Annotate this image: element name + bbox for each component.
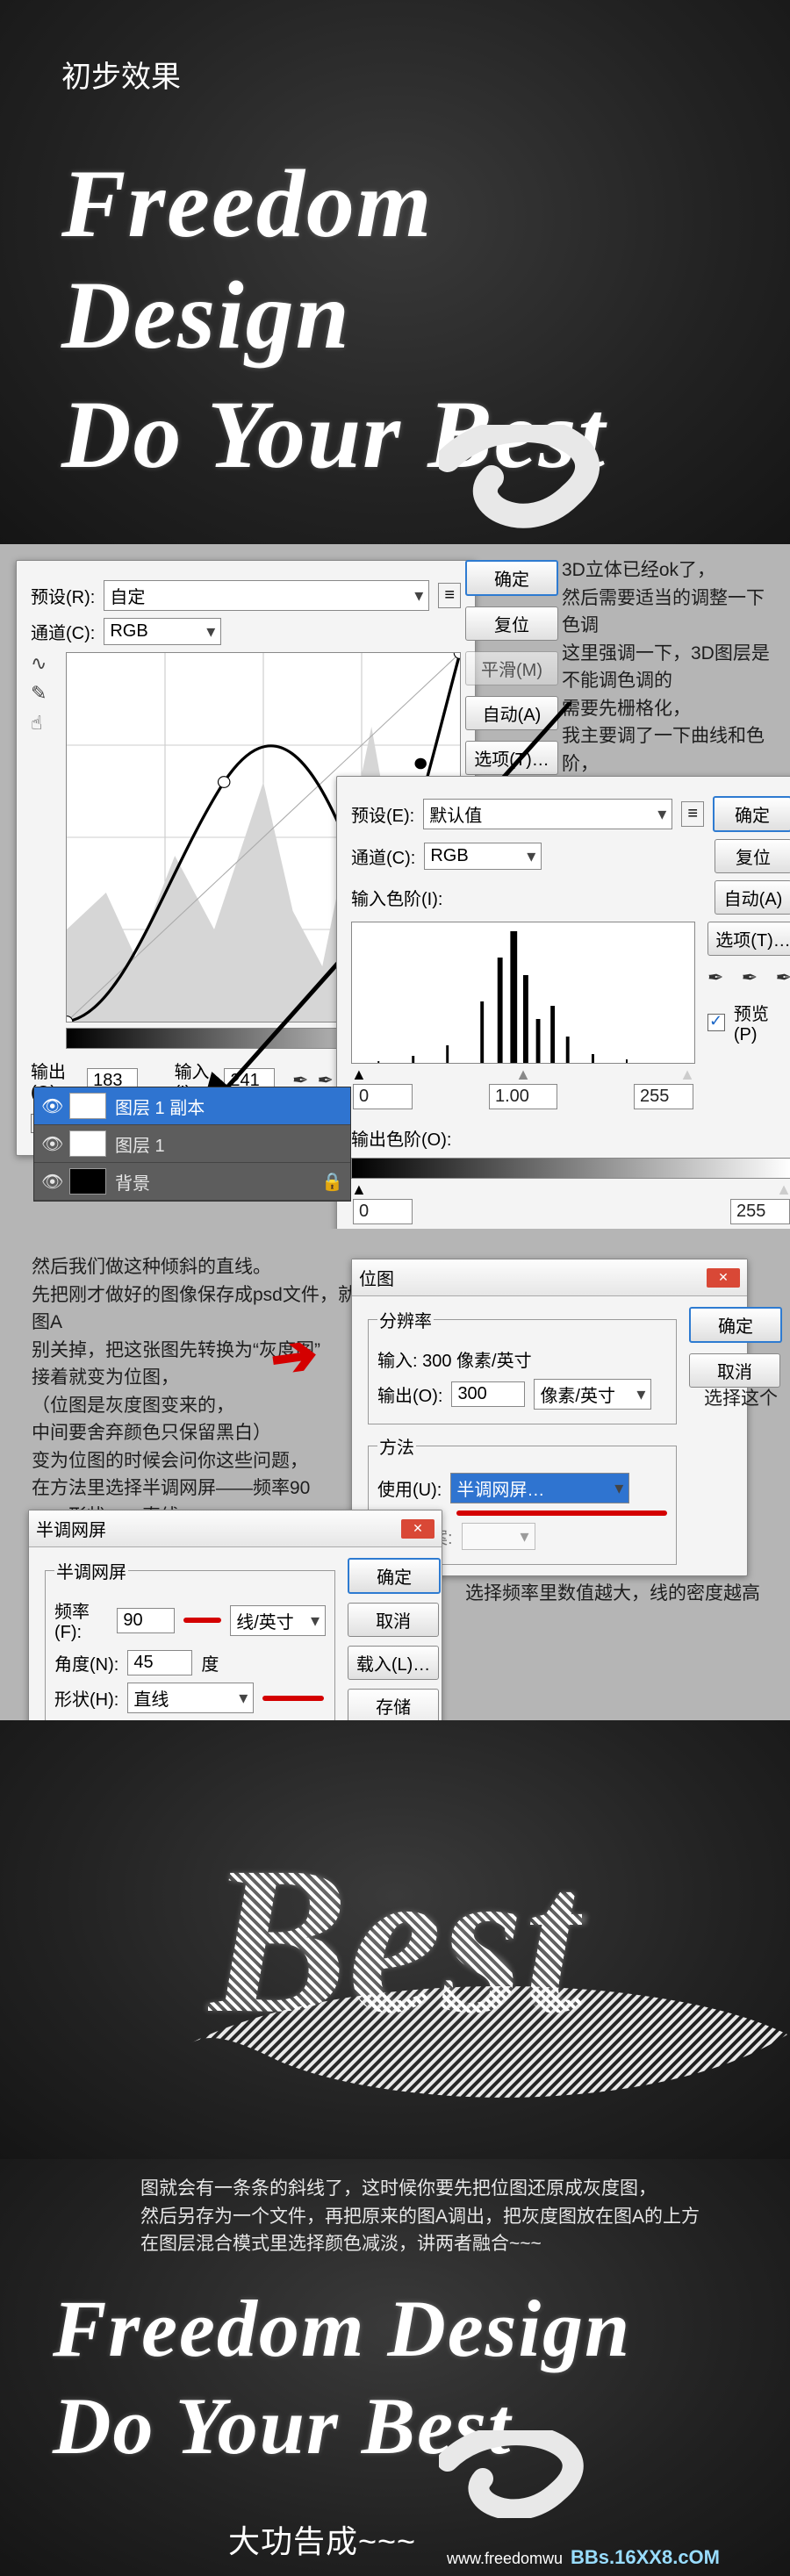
- levels-output-label: 输出色阶(O):: [351, 1125, 451, 1151]
- bitmap-output-unit[interactable]: 像素/英寸: [534, 1379, 651, 1410]
- bitmap-output-value[interactable]: 300: [451, 1381, 525, 1407]
- eyedropper-gray-icon[interactable]: ✒︎: [742, 966, 758, 989]
- annotation-frequency-note: 选择频率里数值越大，线的密度越高: [465, 1580, 760, 1608]
- eyedropper-black-icon[interactable]: ✒︎: [707, 966, 723, 989]
- layer-row[interactable]: 👁 图层 1: [34, 1125, 350, 1163]
- layer-name: 图层 1 副本: [115, 1094, 205, 1119]
- final-line-1: Freedom Design: [53, 2283, 737, 2376]
- halftone-cancel-button[interactable]: 取消: [348, 1603, 439, 1637]
- levels-reset-button[interactable]: 复位: [715, 839, 790, 873]
- curves-preset-label: 预设(R):: [31, 583, 95, 608]
- layer-name: 图层 1: [115, 1131, 165, 1157]
- swirl-decoration: [439, 2430, 641, 2518]
- lock-icon: 🔒: [321, 1171, 343, 1193]
- layer-row-selected[interactable]: 👁 图层 1 副本: [34, 1087, 350, 1125]
- halftone-shape-label: 形状(H):: [54, 1685, 118, 1711]
- eyedropper-white-icon[interactable]: ✒︎: [776, 966, 790, 989]
- halftone-freq-label: 频率(F):: [54, 1597, 108, 1643]
- visibility-icon[interactable]: 👁: [41, 1133, 61, 1155]
- curves-channel-dropdown[interactable]: RGB: [104, 618, 221, 645]
- levels-slider-mid-icon[interactable]: ▲: [515, 1066, 531, 1084]
- levels-auto-button[interactable]: 自动(A): [715, 880, 790, 915]
- layer-thumb: [69, 1093, 106, 1119]
- halftone-freq-value[interactable]: 90: [117, 1608, 175, 1633]
- menu-icon[interactable]: ≡: [681, 801, 704, 827]
- curves-smooth-button: 平滑(M): [465, 651, 558, 685]
- bitmap-input-res: 输入: 300 像素/英寸: [377, 1346, 532, 1372]
- halftone-angle-label: 角度(N):: [54, 1650, 118, 1675]
- curve-tool-finger-icon[interactable]: ☝︎: [31, 712, 61, 735]
- halftone-angle-value[interactable]: 45: [127, 1650, 192, 1675]
- watermark: BBs.16XX8.cOM: [571, 2546, 720, 2568]
- visibility-icon[interactable]: 👁: [41, 1171, 61, 1193]
- curve-tool-point-icon[interactable]: ∿: [31, 652, 61, 675]
- levels-preset-dropdown[interactable]: 默认值: [423, 799, 672, 829]
- levels-out-slider-white-icon[interactable]: ▲: [776, 1180, 790, 1199]
- annotation-merge: 图就会有一条条的斜线了，这时候你要先把位图还原成灰度图， 然后另存为一个文件，再…: [140, 2175, 737, 2258]
- bitmap-output-label: 输出(O):: [377, 1381, 442, 1407]
- bitmap-cancel-button[interactable]: 取消: [689, 1353, 780, 1388]
- dialog-title: 半调网屏: [36, 1516, 106, 1541]
- bitmap-custom-pattern: [462, 1523, 535, 1550]
- levels-output-gradient[interactable]: [351, 1158, 790, 1179]
- halftone-angle-unit: 度: [201, 1650, 219, 1675]
- annotation-pick-this: 选择这个: [704, 1385, 778, 1413]
- levels-slider-white-icon[interactable]: ▲: [679, 1066, 695, 1084]
- curve-tool-pencil-icon[interactable]: ✎: [31, 682, 61, 705]
- levels-ok-button[interactable]: 确定: [713, 796, 790, 832]
- halftone-load-button[interactable]: 载入(L)…: [348, 1646, 439, 1680]
- bitmap-method-label: 使用(U):: [377, 1475, 442, 1501]
- halftone-dialog: 半调网屏 ✕ 半调网屏 频率(F): 90 线/英寸 角度(N): 45 度 形…: [28, 1510, 442, 1754]
- red-underline: [183, 1618, 221, 1623]
- levels-in-mid[interactable]: 1.00: [489, 1084, 557, 1109]
- annotation-bitmap: 然后我们做这种倾斜的直线。 先把刚才做好的图像保存成psd文件，就叫图A 别关掉…: [32, 1253, 383, 1530]
- levels-options-button[interactable]: 选项(T)…: [707, 922, 790, 956]
- close-icon[interactable]: ✕: [401, 1519, 434, 1539]
- section-title: 初步效果: [61, 53, 729, 96]
- curves-preset-dropdown[interactable]: 自定: [104, 580, 429, 611]
- curves-cancel-button[interactable]: 复位: [465, 606, 558, 641]
- swirl-decoration: [439, 425, 667, 530]
- layer-thumb: [69, 1168, 106, 1195]
- levels-channel-dropdown[interactable]: RGB: [424, 843, 542, 870]
- levels-out-white[interactable]: 255: [730, 1199, 790, 1224]
- dialog-title: 位图: [359, 1265, 394, 1290]
- bitmap-method-dropdown[interactable]: 半调网屏…: [450, 1473, 629, 1503]
- levels-dialog: 预设(E): 默认值 ≡ 确定 通道(C): RGB 复位 输入色阶(I): 自…: [336, 776, 790, 1238]
- red-underline: [262, 1696, 324, 1701]
- menu-icon[interactable]: ≡: [438, 583, 461, 608]
- halftone-freq-unit[interactable]: 线/英寸: [230, 1605, 326, 1636]
- red-underline: [456, 1510, 667, 1516]
- levels-histogram[interactable]: [351, 922, 695, 1064]
- red-arrow-icon: ➔: [266, 1321, 322, 1393]
- curves-channel-label: 通道(C):: [31, 619, 95, 644]
- layers-panel: 👁 图层 1 副本 👁 图层 1 👁 背景 🔒: [33, 1087, 351, 1202]
- levels-in-black[interactable]: 0: [353, 1084, 413, 1109]
- levels-preview-label: 预览(P): [734, 1000, 790, 1045]
- close-icon[interactable]: ✕: [707, 1268, 740, 1288]
- curves-ok-button[interactable]: 确定: [465, 560, 558, 596]
- levels-input-label: 输入色阶(I):: [351, 885, 442, 910]
- swirl-decoration: [173, 1982, 790, 2105]
- hero-line-1: Freedom Design: [61, 148, 729, 370]
- levels-preset-label: 预设(E):: [351, 801, 414, 827]
- visibility-icon[interactable]: 👁: [41, 1095, 61, 1117]
- levels-out-slider-black-icon[interactable]: ▲: [351, 1180, 367, 1199]
- levels-channel-label: 通道(C):: [351, 843, 415, 869]
- credit-url: www.freedomwu: [447, 2550, 563, 2567]
- levels-preview-checkbox[interactable]: [707, 1014, 725, 1031]
- layer-name: 背景: [115, 1169, 150, 1195]
- done-text: 大功告成~~~: [228, 2516, 416, 2562]
- halftone-ok-button[interactable]: 确定: [348, 1558, 441, 1594]
- levels-in-white[interactable]: 255: [634, 1084, 693, 1109]
- bitmap-resolution-group: 分辨率: [377, 1307, 434, 1332]
- bitmap-method-group: 方法: [377, 1433, 416, 1459]
- bitmap-ok-button[interactable]: 确定: [689, 1307, 782, 1343]
- levels-out-black[interactable]: 0: [353, 1199, 413, 1224]
- halftone-shape-dropdown[interactable]: 直线: [127, 1683, 254, 1713]
- layer-thumb: [69, 1130, 106, 1157]
- layer-row[interactable]: 👁 背景 🔒: [34, 1163, 350, 1201]
- levels-slider-black-icon[interactable]: ▲: [351, 1066, 367, 1084]
- halftone-group: 半调网屏: [54, 1558, 128, 1583]
